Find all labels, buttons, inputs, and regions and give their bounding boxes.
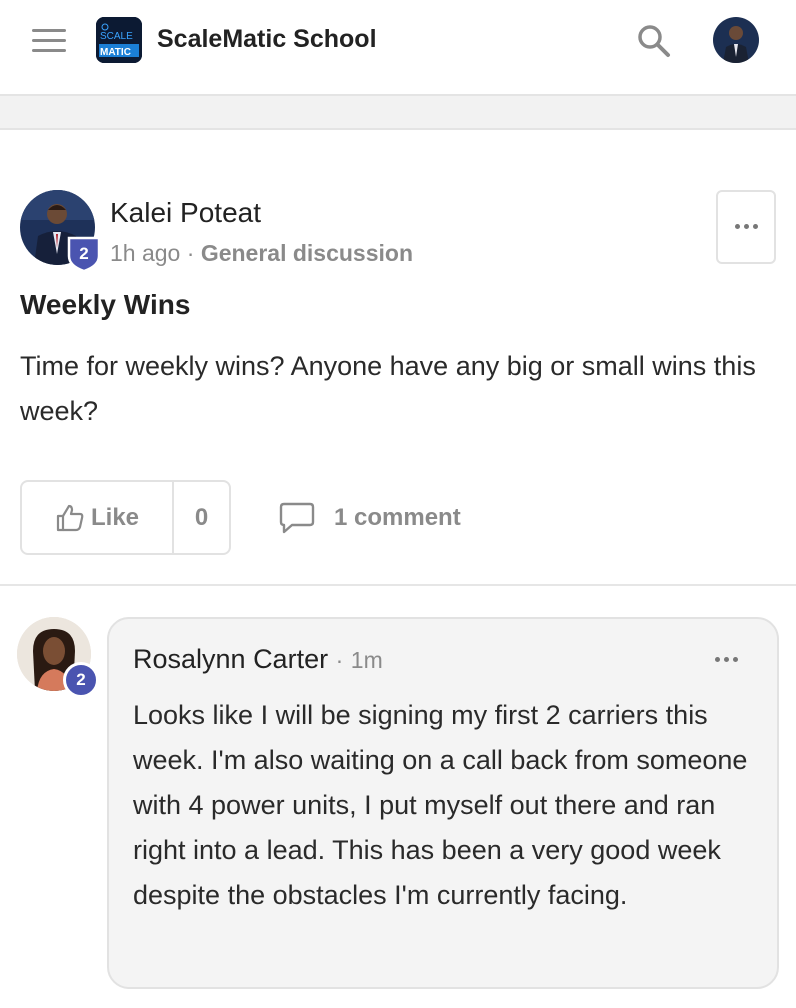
top-app-bar: SCALE MATIC ScaleMatic School xyxy=(0,0,796,96)
logo-text-bottom: MATIC xyxy=(100,47,131,58)
post-card: 2 Kalei Poteat 1h ago · General discussi… xyxy=(0,128,796,1008)
app-title: ScaleMatic School xyxy=(157,25,377,53)
meta-separator: · xyxy=(186,240,195,266)
like-label: Like xyxy=(90,503,140,531)
post-category[interactable]: General discussion xyxy=(201,240,413,266)
post-title: Weekly Wins xyxy=(20,289,191,320)
comments-button[interactable]: 1 comment xyxy=(278,500,461,536)
post-time: 1h ago xyxy=(110,240,181,266)
like-count[interactable]: 0 xyxy=(174,482,229,553)
ellipsis-icon xyxy=(715,657,738,662)
comment-more-button[interactable] xyxy=(713,653,741,667)
search-icon[interactable] xyxy=(635,22,673,60)
comment-bubble: Rosalynn Carter · 1m Looks like I will b… xyxy=(107,617,779,989)
post-more-button[interactable] xyxy=(716,190,776,264)
author-level-number: 2 xyxy=(79,244,89,263)
post-body: Time for weekly wins? Anyone have any bi… xyxy=(20,351,756,426)
post-meta: 1h ago · General discussion xyxy=(110,238,413,268)
hamburger-menu-icon[interactable] xyxy=(32,28,66,54)
author-level-badge: 2 xyxy=(67,236,101,273)
app-logo[interactable]: SCALE MATIC xyxy=(96,17,142,63)
comment-count-label: 1 comment xyxy=(334,504,461,531)
thumbs-up-icon xyxy=(56,504,84,531)
ellipsis-icon xyxy=(735,224,758,229)
like-control: Like 0 xyxy=(20,480,231,555)
logo-text-top: SCALE xyxy=(100,31,133,42)
speech-bubble-icon xyxy=(279,502,315,534)
commenter-name[interactable]: Rosalynn Carter xyxy=(133,644,328,674)
user-avatar[interactable] xyxy=(713,17,759,63)
comment-time: 1m xyxy=(350,647,383,673)
post-comments-divider xyxy=(0,584,796,586)
comment-separator: · xyxy=(335,647,344,673)
commenter-header: Rosalynn Carter · 1m xyxy=(133,642,383,677)
comment-text: Looks like I will be signing my first 2 … xyxy=(133,700,748,910)
commenter-level-badge: 2 xyxy=(63,662,99,698)
post-author-name[interactable]: Kalei Poteat xyxy=(110,196,261,230)
like-button[interactable]: Like xyxy=(22,482,172,553)
